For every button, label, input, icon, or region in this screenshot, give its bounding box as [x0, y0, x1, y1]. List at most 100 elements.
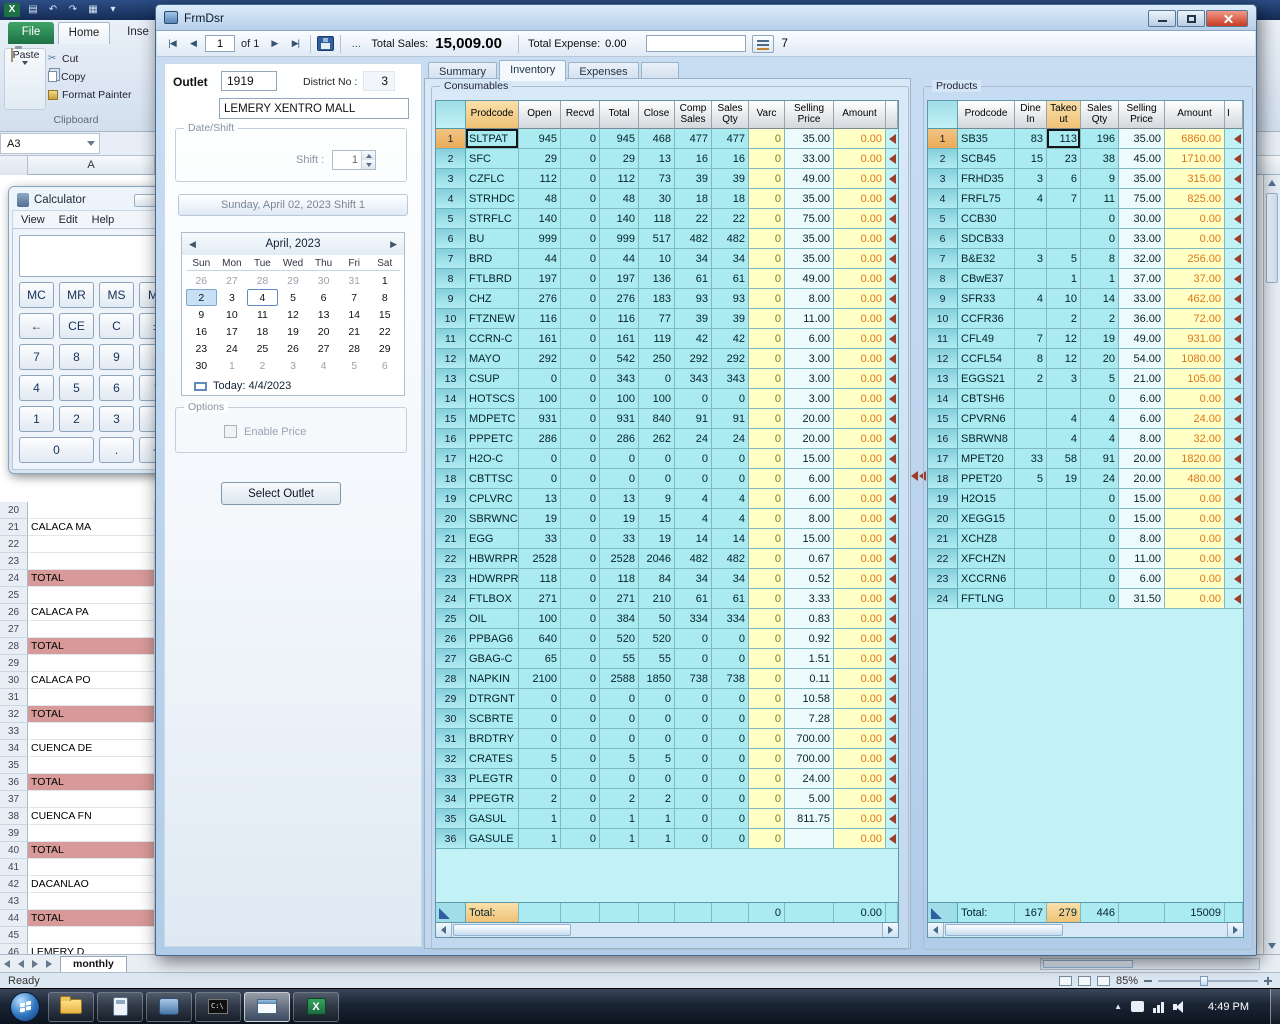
grid-cell[interactable]: 286: [600, 429, 639, 449]
row-header[interactable]: 19: [928, 489, 958, 509]
grid-cell[interactable]: 10: [639, 249, 675, 269]
row-header[interactable]: 9: [436, 289, 466, 309]
grid-cell[interactable]: 2100: [519, 669, 561, 689]
grid-cell[interactable]: [1047, 209, 1081, 229]
grid-cell[interactable]: 42: [675, 329, 712, 349]
grid-cell[interactable]: 0: [561, 609, 600, 629]
grid-cell[interactable]: 0: [561, 149, 600, 169]
excel-cell[interactable]: [28, 655, 155, 672]
calendar-prev-icon[interactable]: ◀: [189, 239, 196, 250]
grid-cell[interactable]: 0.00: [834, 769, 886, 789]
grid-cell[interactable]: 0: [561, 649, 600, 669]
outlet-name-input[interactable]: LEMERY XENTRO MALL: [219, 98, 409, 119]
excel-cell[interactable]: TOTAL: [28, 842, 155, 859]
row-header[interactable]: 11: [436, 329, 466, 349]
quick-access-icon[interactable]: ▤: [25, 3, 41, 17]
grid-cell[interactable]: 6.00: [1119, 569, 1165, 589]
grid-cell[interactable]: 11.00: [1119, 549, 1165, 569]
zoom-out-icon[interactable]: [1144, 980, 1152, 982]
row-header[interactable]: 36: [436, 829, 466, 849]
grid-cell[interactable]: 0: [749, 209, 785, 229]
excel-cell[interactable]: CALACA PA: [28, 604, 155, 621]
tray-app-icon[interactable]: [1131, 1001, 1144, 1012]
grid-cell[interactable]: 39: [675, 309, 712, 329]
grid-cell[interactable]: 33.00: [1119, 289, 1165, 309]
row-header[interactable]: 17: [436, 449, 466, 469]
grid-cell[interactable]: HOTSCS: [466, 389, 519, 409]
menu-view[interactable]: View: [21, 214, 45, 226]
file-tab[interactable]: File: [8, 22, 54, 44]
grid-cell[interactable]: SB35: [958, 129, 1015, 149]
grid-cell[interactable]: DTRGNT: [466, 689, 519, 709]
grid-cell[interactable]: 2: [1015, 369, 1047, 389]
grid-cell[interactable]: CCFL54: [958, 349, 1015, 369]
grid-cell[interactable]: 6.00: [785, 469, 834, 489]
grid-cell[interactable]: 0: [561, 829, 600, 849]
grid-cell[interactable]: 18: [675, 189, 712, 209]
grid-cell[interactable]: 0: [749, 549, 785, 569]
grid-cell[interactable]: 0.00: [1165, 209, 1225, 229]
grid-cell[interactable]: 4: [1081, 409, 1119, 429]
grid-cell[interactable]: [1047, 549, 1081, 569]
taskbar-console[interactable]: C:\: [195, 992, 241, 1022]
row-header[interactable]: 2: [436, 149, 466, 169]
taskbar-form-app[interactable]: [244, 992, 290, 1022]
grid-cell[interactable]: 0: [749, 129, 785, 149]
calendar-day[interactable]: 30: [186, 357, 217, 374]
grid-cell[interactable]: OIL: [466, 609, 519, 629]
row-header[interactable]: 3: [928, 169, 958, 189]
calculator-tool-button[interactable]: [752, 35, 774, 53]
calendar-day[interactable]: 1: [217, 357, 248, 374]
column-header[interactable]: Amount: [834, 101, 886, 129]
column-header[interactable]: Dine In: [1015, 101, 1047, 129]
row-header[interactable]: 22: [436, 549, 466, 569]
grid-cell[interactable]: 0: [561, 469, 600, 489]
grid-cell[interactable]: 4: [1047, 429, 1081, 449]
scroll-right-arrow[interactable]: [1227, 923, 1243, 937]
row-header[interactable]: 23: [436, 569, 466, 589]
grid-cell[interactable]: 15.00: [785, 449, 834, 469]
grid-cell[interactable]: 15.00: [1119, 489, 1165, 509]
grid-cell[interactable]: 0.00: [834, 589, 886, 609]
grid-cell[interactable]: 34: [712, 249, 749, 269]
row-header[interactable]: 20: [928, 509, 958, 529]
grid-cell[interactable]: HBWRPR: [466, 549, 519, 569]
grid-cell[interactable]: 16: [712, 149, 749, 169]
frmdsr-titlebar[interactable]: FrmDsr: [156, 5, 1256, 31]
grid-cell[interactable]: STRFLC: [466, 209, 519, 229]
row-header[interactable]: 15: [436, 409, 466, 429]
grid-cell[interactable]: 14: [675, 529, 712, 549]
grid-cell[interactable]: 35.00: [785, 189, 834, 209]
pagebreak-view-icon[interactable]: [1097, 976, 1110, 986]
move-next-button[interactable]: ▶: [265, 34, 283, 54]
grid-cell[interactable]: 30.00: [1119, 209, 1165, 229]
calendar-day[interactable]: 18: [247, 323, 278, 340]
grid-cell[interactable]: 9: [639, 489, 675, 509]
grid-cell[interactable]: 61: [712, 269, 749, 289]
grid-cell[interactable]: 0.00: [834, 309, 886, 329]
today-label[interactable]: Today: 4/4/2023: [213, 380, 291, 392]
grid-cell[interactable]: 118: [600, 569, 639, 589]
grid-cell[interactable]: 1: [639, 829, 675, 849]
grid-cell[interactable]: 0.00: [834, 649, 886, 669]
grid-cell[interactable]: 140: [519, 209, 561, 229]
grid-cell[interactable]: 0: [561, 289, 600, 309]
calendar-day[interactable]: 31: [339, 272, 370, 289]
grid-cell[interactable]: 0: [749, 629, 785, 649]
column-header[interactable]: Close: [639, 101, 675, 129]
network-icon[interactable]: [1153, 1001, 1164, 1013]
grid-cell[interactable]: 0: [561, 429, 600, 449]
quick-access-icon[interactable]: ↶: [45, 3, 61, 17]
grid-cell[interactable]: 0.00: [834, 449, 886, 469]
excel-cell[interactable]: DACANLAO: [28, 876, 155, 893]
grid-cell[interactable]: 0: [561, 529, 600, 549]
grid-cell[interactable]: [1015, 309, 1047, 329]
select-outlet-button[interactable]: Select Outlet: [221, 482, 341, 505]
grid-cell[interactable]: 35.00: [1119, 169, 1165, 189]
grid-cell[interactable]: 1: [519, 829, 561, 849]
calendar-day[interactable]: 14: [339, 306, 370, 323]
grid-cell[interactable]: 0: [675, 449, 712, 469]
grid-cell[interactable]: 738: [675, 669, 712, 689]
grid-cell[interactable]: 54.00: [1119, 349, 1165, 369]
grid-cell[interactable]: 0: [561, 389, 600, 409]
